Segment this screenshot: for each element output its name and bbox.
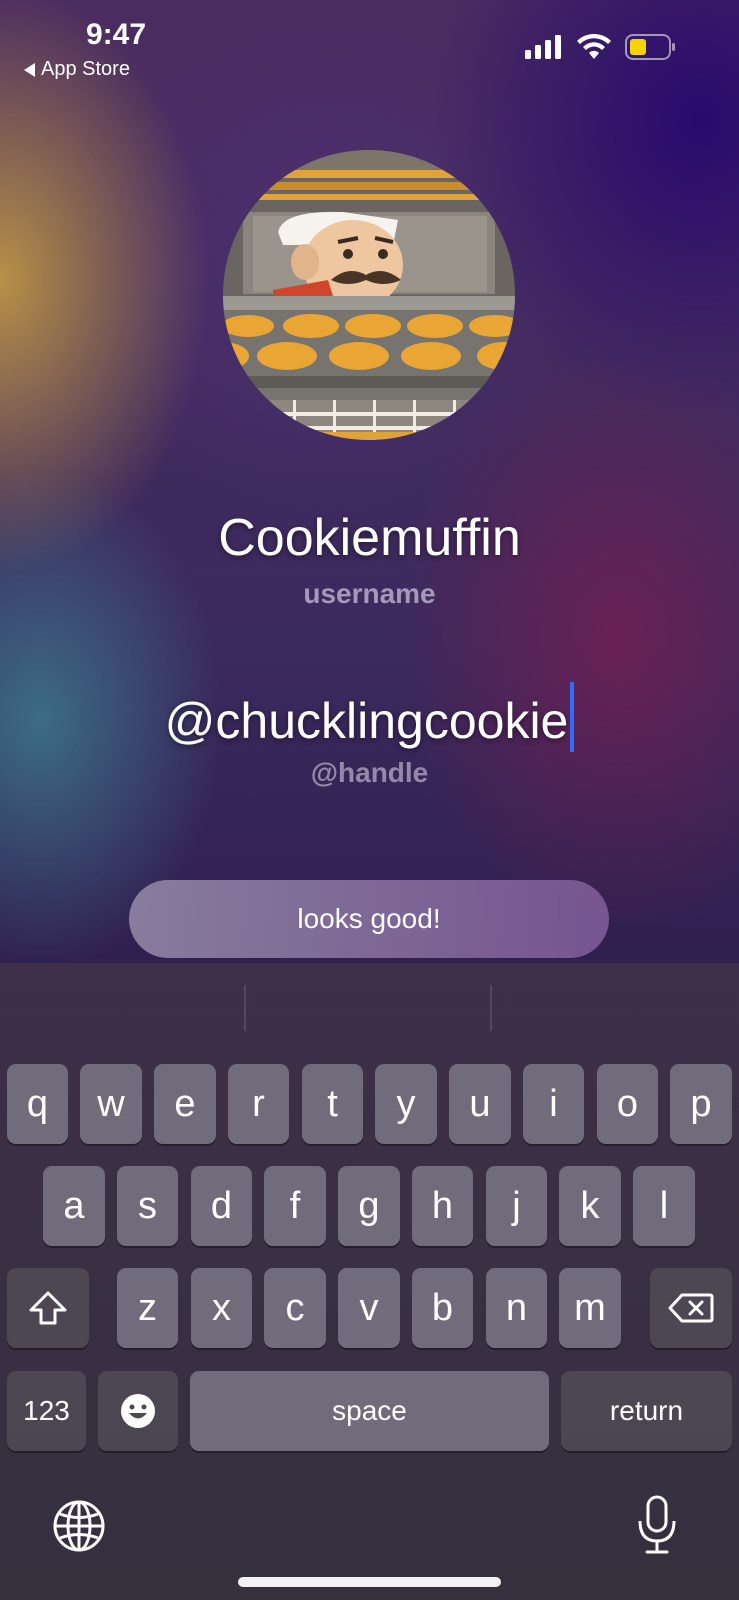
key-v[interactable]: v xyxy=(338,1268,400,1348)
key-c[interactable]: c xyxy=(264,1268,326,1348)
username-label: username xyxy=(303,578,436,609)
emoji-smiley-icon xyxy=(121,1394,155,1428)
shift-key[interactable] xyxy=(7,1268,89,1348)
space-key[interactable]: space xyxy=(190,1371,549,1451)
key-u[interactable]: u xyxy=(449,1064,511,1144)
handle-input[interactable]: @chucklingcookie xyxy=(0,682,739,752)
prediction-divider xyxy=(244,985,246,1031)
handle-text: @chucklingcookie xyxy=(164,693,569,749)
keyboard: q w e r t y u i o p a s d f g h j k l z … xyxy=(0,963,739,1600)
key-x[interactable]: x xyxy=(191,1268,252,1348)
status-icons xyxy=(525,34,677,60)
return-key[interactable]: return xyxy=(561,1371,732,1451)
key-h[interactable]: h xyxy=(412,1166,473,1246)
handle-label: @handle xyxy=(310,757,429,788)
microphone-icon xyxy=(638,1495,676,1554)
globe-button[interactable] xyxy=(52,1499,106,1553)
key-e[interactable]: e xyxy=(154,1064,216,1144)
key-a[interactable]: a xyxy=(43,1166,105,1246)
baker-chef-avatar-icon xyxy=(223,150,515,440)
key-m[interactable]: m xyxy=(559,1268,621,1348)
text-cursor xyxy=(570,682,575,752)
key-p[interactable]: p xyxy=(670,1064,732,1144)
home-indicator[interactable] xyxy=(238,1577,501,1587)
key-f[interactable]: f xyxy=(264,1166,326,1246)
key-z[interactable]: z xyxy=(117,1268,178,1348)
key-k[interactable]: k xyxy=(559,1166,621,1246)
key-l[interactable]: l xyxy=(633,1166,695,1246)
emoji-key[interactable] xyxy=(98,1371,178,1451)
back-to-app-link[interactable]: App Store xyxy=(24,58,130,81)
key-s[interactable]: s xyxy=(117,1166,178,1246)
key-q[interactable]: q xyxy=(7,1064,68,1144)
back-app-label: App Store xyxy=(41,58,130,80)
numbers-key[interactable]: 123 xyxy=(7,1371,86,1451)
looks-good-button[interactable]: looks good! xyxy=(129,880,609,958)
cellular-signal-icon xyxy=(525,35,561,59)
key-b[interactable]: b xyxy=(412,1268,473,1348)
username-text[interactable]: Cookiemuffin xyxy=(0,508,739,568)
key-r[interactable]: r xyxy=(228,1064,289,1144)
status-time: 9:47 xyxy=(86,18,147,51)
profile-avatar[interactable] xyxy=(223,150,515,440)
key-w[interactable]: w xyxy=(80,1064,142,1144)
key-n[interactable]: n xyxy=(486,1268,547,1348)
key-i[interactable]: i xyxy=(523,1064,584,1144)
dictation-button[interactable] xyxy=(636,1495,678,1555)
key-t[interactable]: t xyxy=(302,1064,363,1144)
globe-icon xyxy=(53,1500,105,1552)
prediction-divider xyxy=(490,985,492,1031)
backspace-icon xyxy=(668,1293,714,1323)
delete-key[interactable] xyxy=(650,1268,732,1348)
wifi-icon xyxy=(577,34,611,59)
key-d[interactable]: d xyxy=(191,1166,252,1246)
shift-arrow-icon xyxy=(29,1291,67,1325)
back-arrow-icon xyxy=(24,62,35,77)
key-g[interactable]: g xyxy=(338,1166,400,1246)
key-j[interactable]: j xyxy=(486,1166,547,1246)
battery-icon xyxy=(625,34,675,60)
key-o[interactable]: o xyxy=(597,1064,658,1144)
key-y[interactable]: y xyxy=(375,1064,437,1144)
